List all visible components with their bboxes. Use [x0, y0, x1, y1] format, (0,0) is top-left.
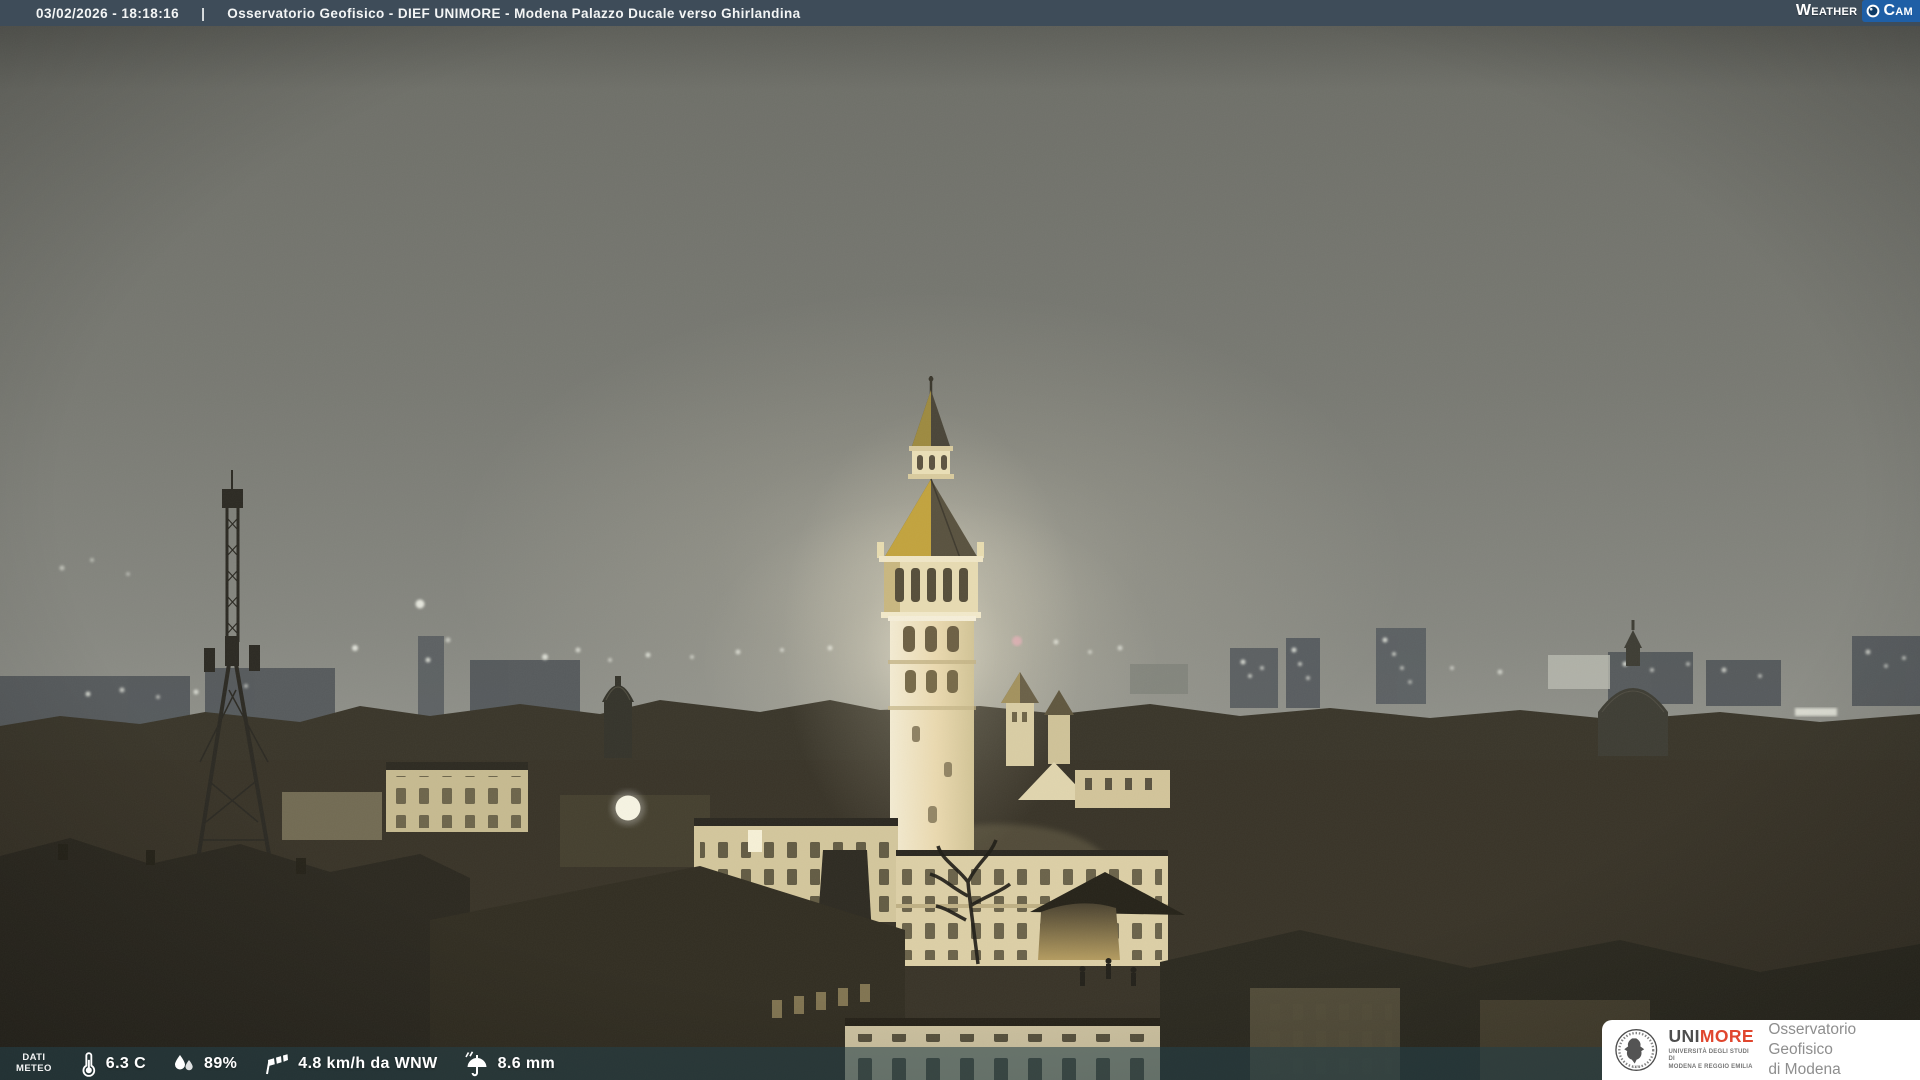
umbrella-rain-icon [464, 1050, 487, 1076]
separator: | [201, 5, 206, 21]
brand-uni: UNI [1668, 1026, 1700, 1047]
unimore-seal-icon: 1175 [1615, 1029, 1658, 1071]
unimore-logo-card: 1175 UNIMORE UNIVERSITÀ DEGLI STUDI DI M… [1602, 1020, 1920, 1080]
webcam-viewport: 03/02/2026 - 18:18:16 | Osservatorio Geo… [0, 0, 1920, 1080]
camera-title: Osservatorio Geofisico - DIEF UNIMORE - … [227, 5, 801, 21]
unimore-subtitle-line1: UNIVERSITÀ DEGLI STUDI DI [1668, 1048, 1749, 1063]
temperature-reading: 6.3 C [78, 1051, 146, 1077]
meteo-line: METEO [16, 1062, 52, 1074]
observatory-name-block: Osservatorio Geofisico di Modena [1768, 1020, 1920, 1080]
humidity-value: 89% [204, 1054, 238, 1072]
camera-lens-icon [1867, 4, 1880, 18]
timestamp: 03/02/2026 - 18:18:16 [36, 5, 180, 21]
dati-line: DATI [22, 1052, 46, 1064]
unimore-brand-block: UNIMORE UNIVERSITÀ DEGLI STUDI DI MODENA… [1668, 1026, 1755, 1072]
rain-reading: 8.6 mm [464, 1050, 556, 1077]
humidity-reading: 89% [172, 1052, 237, 1076]
unimore-subtitle-line2: MODENA E REGGIO EMILIA [1668, 1064, 1753, 1071]
weathercam-cam-box: Cam [1862, 0, 1920, 22]
weathercam-word1: Weather [1795, 2, 1858, 19]
wind-value: 4.8 km/h da WNW [298, 1054, 438, 1072]
weathercam-word2: Cam [1883, 2, 1913, 19]
dati-meteo-label: DATI METEO [16, 1052, 52, 1074]
brand-more: MORE [1699, 1026, 1754, 1047]
temperature-value: 6.3 C [105, 1054, 147, 1072]
observatory-line2: di Modena [1768, 1061, 1841, 1079]
weathercam-logo: Weather Cam [1796, 0, 1920, 22]
observatory-line1: Osservatorio Geofisico [1768, 1020, 1857, 1058]
thermometer-icon [82, 1051, 95, 1077]
modena-night-panorama [0, 0, 1920, 1080]
wind-reading: 4.8 km/h da WNW [263, 1052, 437, 1076]
top-info-bar: 03/02/2026 - 18:18:16 | Osservatorio Geo… [0, 0, 1920, 26]
windsock-icon [266, 1053, 289, 1074]
rain-value: 8.6 mm [497, 1054, 556, 1072]
seal-year: 1175 [1632, 1064, 1640, 1069]
humidity-drops-icon [175, 1054, 193, 1070]
unimore-wordmark: UNIMORE [1668, 1026, 1755, 1047]
